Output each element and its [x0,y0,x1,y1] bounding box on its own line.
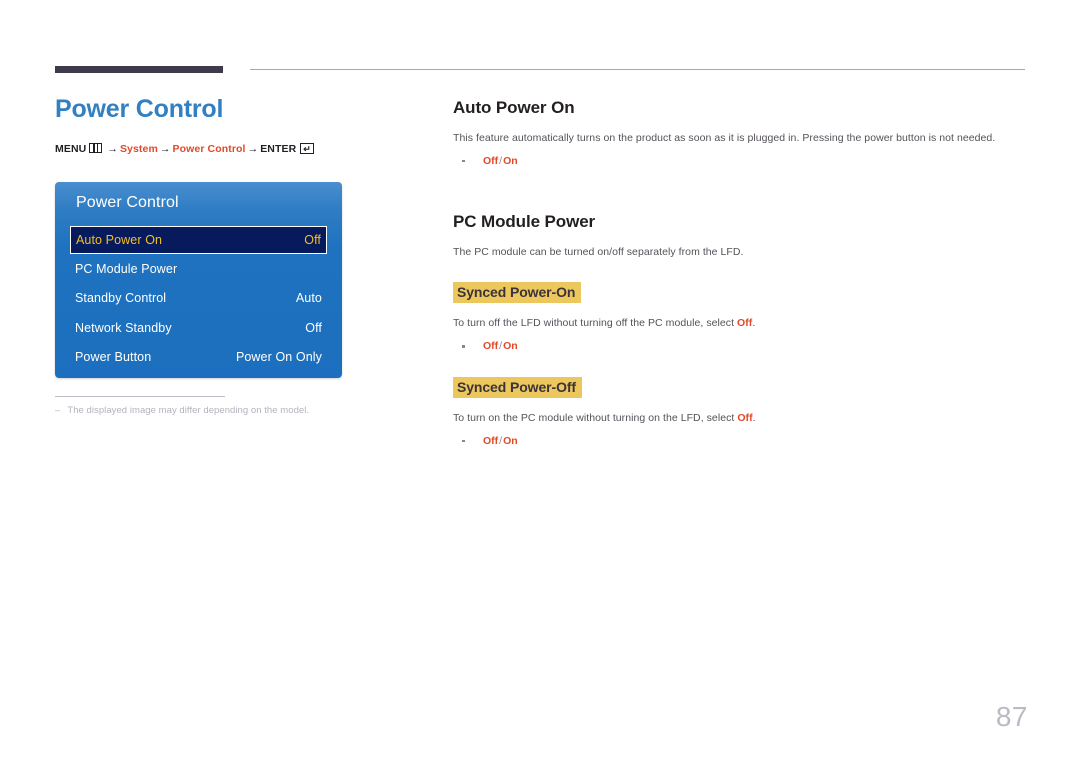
breadcrumb-arrow-2: → [159,142,171,155]
page-title: Power Control [55,95,224,123]
footnote-text: The displayed image may differ depending… [67,405,310,416]
body-text-post: . [752,411,756,424]
osd-row-value: Auto [295,291,322,306]
breadcrumb-step-power-control[interactable]: Power Control [173,143,246,155]
section-body-pc-module-power: The PC module can be turned on/off separ… [453,245,744,258]
footnote-divider [55,396,225,397]
section-heading-pc-module-power: PC Module Power [453,211,596,231]
osd-row-power-button[interactable]: Power Button Power On Only [75,343,322,373]
osd-row-network-standby[interactable]: Network Standby Off [75,313,322,343]
osd-row-standby-control[interactable]: Standby Control Auto [75,284,322,314]
breadcrumb-arrow-1: → [107,142,118,155]
option-on: On [503,434,518,447]
enter-return-icon: ↵ [300,142,315,154]
list-item: Off/On [453,339,1028,355]
options-list-synced-power-off: Off/On [453,434,1028,450]
osd-row-value: Off [305,320,322,335]
osd-row-label: Auto Power On [76,233,163,247]
options-list-auto-power-on: Off/On [453,154,1028,170]
section-body-auto-power-on: This feature automatically turns on the … [453,132,996,144]
option-off: Off [483,154,499,167]
list-item: Off/On [453,434,1028,450]
osd-row-label: Network Standby [75,320,172,335]
osd-row-pc-module-power[interactable]: PC Module Power [75,254,322,284]
osd-row-value: Power On Only [235,350,322,365]
osd-row-value: Off [304,233,321,247]
footnote: – The displayed image may differ dependin… [55,405,435,416]
osd-panel-title: Power Control [76,194,179,211]
osd-menu-list: Auto Power On Off PC Module Power Standb… [55,226,342,372]
option-off: Off [483,434,499,447]
body-text-post: . [752,317,756,330]
body-text-highlight: Off [737,411,753,424]
osd-menu-panel: Power Control Auto Power On Off PC Modul… [55,182,342,378]
subheading-synced-power-off: Synced Power-Off [453,376,582,398]
osd-row-label: Standby Control [75,291,167,306]
list-item: Off/On [453,154,1028,170]
subheading-synced-power-on: Synced Power-On [453,282,582,304]
option-on: On [503,154,518,167]
subsection-body-synced-power-off: To turn on the PC module without turning… [453,411,1028,427]
option-off: Off [483,340,499,352]
breadcrumb-step-system[interactable]: System [120,143,158,155]
breadcrumb-enter-label: ENTER [260,142,297,155]
body-text-pre: To turn on the PC module without turning… [453,411,738,424]
body-text-pre: To turn off the LFD without turning off … [453,317,738,330]
left-column: Power Control MENU → System → Power Control →… [55,95,435,155]
section-heading-auto-power-on: Auto Power On [453,98,575,117]
options-list-synced-power-on: Off/On [453,339,1028,355]
header-rule-thin [250,69,1025,70]
right-column: Auto Power On This feature automatically… [453,98,1028,449]
breadcrumb-menu-label: MENU [55,142,87,155]
breadcrumb: MENU → System → Power Control → ENTER ↵ [55,142,435,155]
header-rule-thick [55,66,223,73]
breadcrumb-arrow-3: → [247,142,259,155]
osd-row-label: Power Button [75,350,152,365]
menu-grid-icon [89,142,103,153]
enter-arrow-glyph: ↵ [303,143,311,154]
manual-page: Power Control MENU → System → Power Control →… [0,0,1080,763]
page-number: 87 [995,701,1028,732]
body-text-highlight: Off [737,317,753,330]
option-on: On [503,340,518,352]
osd-row-auto-power-on[interactable]: Auto Power On Off [70,226,327,254]
subsection-body-synced-power-on: To turn off the LFD without turning off … [453,316,1028,332]
footnote-dash: – [55,405,61,416]
osd-row-label: PC Module Power [75,261,178,276]
